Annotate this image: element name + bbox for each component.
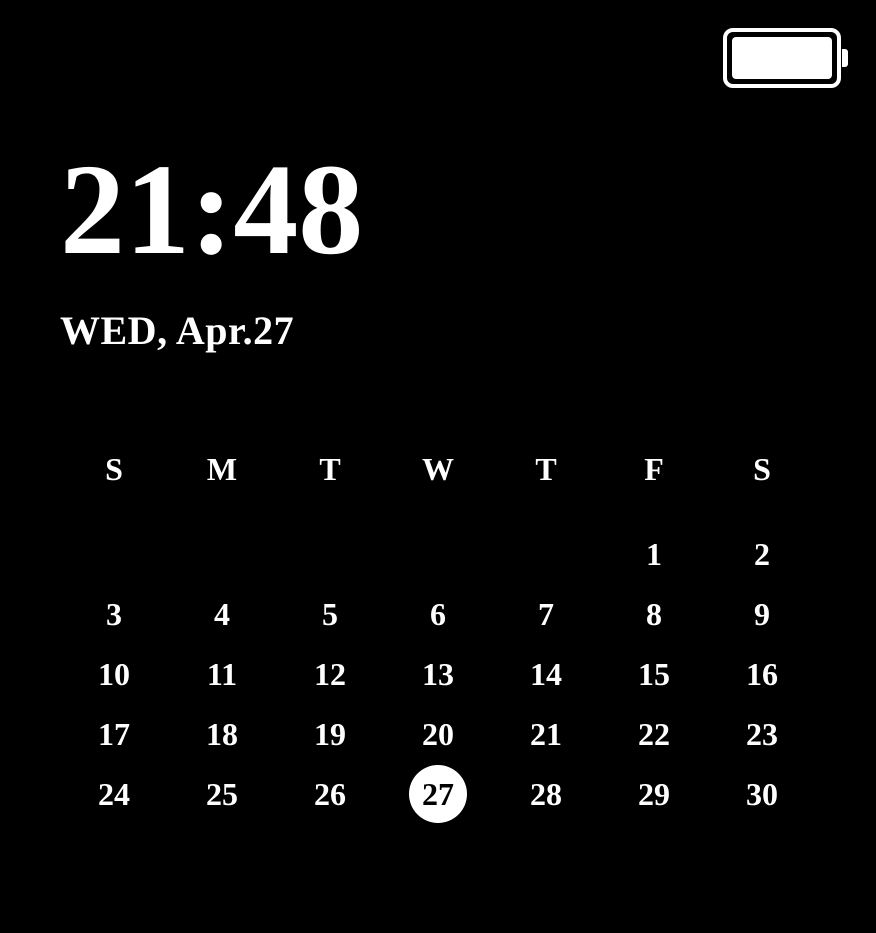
calendar-day-number: 26 [314,776,346,813]
calendar-day-number: 9 [754,596,770,633]
date-display: WED, Apr.27 [60,307,363,354]
calendar-day-cell[interactable]: 11 [168,644,276,704]
calendar-day-cell[interactable]: 18 [168,704,276,764]
calendar-day-cell[interactable]: 13 [384,644,492,704]
calendar-day-number: 27 [422,776,454,813]
calendar-day-cell[interactable]: 28 [492,764,600,824]
calendar-week-row: 10 11 12 13 14 15 16 [60,644,816,704]
calendar-day-number: 8 [646,596,662,633]
calendar-day-number: 15 [638,656,670,693]
weekday-label: T [276,445,384,494]
calendar-day-cell[interactable]: 16 [708,644,816,704]
calendar-day-number: 28 [530,776,562,813]
calendar-day-number: 17 [98,716,130,753]
calendar-day-number: 24 [98,776,130,813]
calendar-day-number: 19 [314,716,346,753]
calendar-day-number: 29 [638,776,670,813]
calendar-day-number: 22 [638,716,670,753]
calendar-day-cell[interactable]: 22 [600,704,708,764]
calendar-day-cell[interactable]: 6 [384,584,492,644]
calendar-day-number: 21 [530,716,562,753]
calendar-day-number: 6 [430,596,446,633]
battery-body [723,28,841,88]
calendar-day-cell[interactable]: 25 [168,764,276,824]
weekday-label: F [600,445,708,494]
calendar-week-row: 12 [60,524,816,584]
calendar-day-number: 2 [754,536,770,573]
calendar-day-cell[interactable]: 9 [708,584,816,644]
calendar-day-cell[interactable]: 19 [276,704,384,764]
calendar-day-cell[interactable]: 29 [600,764,708,824]
calendar-day-number: 25 [206,776,238,813]
calendar: S M T W T F S 12345678910111213141516171… [60,445,816,824]
calendar-day-cell[interactable] [492,524,600,584]
weekday-label: T [492,445,600,494]
weekday-label: S [60,445,168,494]
battery-fill [732,37,832,79]
calendar-day-cell[interactable]: 21 [492,704,600,764]
calendar-day-cell[interactable]: 17 [60,704,168,764]
calendar-day-cell[interactable]: 14 [492,644,600,704]
weekday-label: W [384,445,492,494]
calendar-day-cell[interactable]: 15 [600,644,708,704]
calendar-day-cell[interactable]: 20 [384,704,492,764]
calendar-day-number: 1 [646,536,662,573]
calendar-week-row: 24 25 26 27 28 29 30 [60,764,816,824]
calendar-day-cell[interactable] [60,524,168,584]
calendar-day-cell[interactable]: 12 [276,644,384,704]
calendar-day-cell[interactable]: 24 [60,764,168,824]
calendar-day-cell[interactable] [384,524,492,584]
calendar-day-cell[interactable]: 4 [168,584,276,644]
calendar-day-number: 30 [746,776,778,813]
calendar-day-number: 12 [314,656,346,693]
weekday-label: S [708,445,816,494]
calendar-day-cell[interactable]: 10 [60,644,168,704]
calendar-day-number: 18 [206,716,238,753]
calendar-day-number: 5 [322,596,338,633]
calendar-day-cell[interactable]: 27 [384,764,492,824]
calendar-day-cell[interactable]: 8 [600,584,708,644]
calendar-day-cell[interactable]: 3 [60,584,168,644]
calendar-week-row: 3 4 5 6 7 8 9 [60,584,816,644]
calendar-day-cell[interactable]: 30 [708,764,816,824]
clock-block: 21:48 WED, Apr.27 [60,145,363,354]
calendar-day-number: 11 [207,656,237,693]
battery-tip [842,49,848,67]
calendar-day-number: 4 [214,596,230,633]
weekday-row: S M T W T F S [60,445,816,494]
calendar-day-cell[interactable]: 26 [276,764,384,824]
calendar-day-cell[interactable] [276,524,384,584]
battery-indicator [723,28,848,88]
calendar-day-number: 16 [746,656,778,693]
calendar-day-number: 23 [746,716,778,753]
calendar-day-number: 20 [422,716,454,753]
calendar-days: 1234567891011121314151617181920212223242… [60,524,816,824]
calendar-day-number: 3 [106,596,122,633]
calendar-day-number: 14 [530,656,562,693]
calendar-day-cell[interactable]: 1 [600,524,708,584]
calendar-day-number: 7 [538,596,554,633]
calendar-day-cell[interactable] [168,524,276,584]
time-display: 21:48 [60,145,363,275]
calendar-day-cell[interactable]: 23 [708,704,816,764]
calendar-day-number: 13 [422,656,454,693]
calendar-day-cell[interactable]: 5 [276,584,384,644]
calendar-day-cell[interactable]: 2 [708,524,816,584]
calendar-day-number: 10 [98,656,130,693]
calendar-week-row: 17 18 19 20 21 22 23 [60,704,816,764]
weekday-label: M [168,445,276,494]
calendar-day-cell[interactable]: 7 [492,584,600,644]
